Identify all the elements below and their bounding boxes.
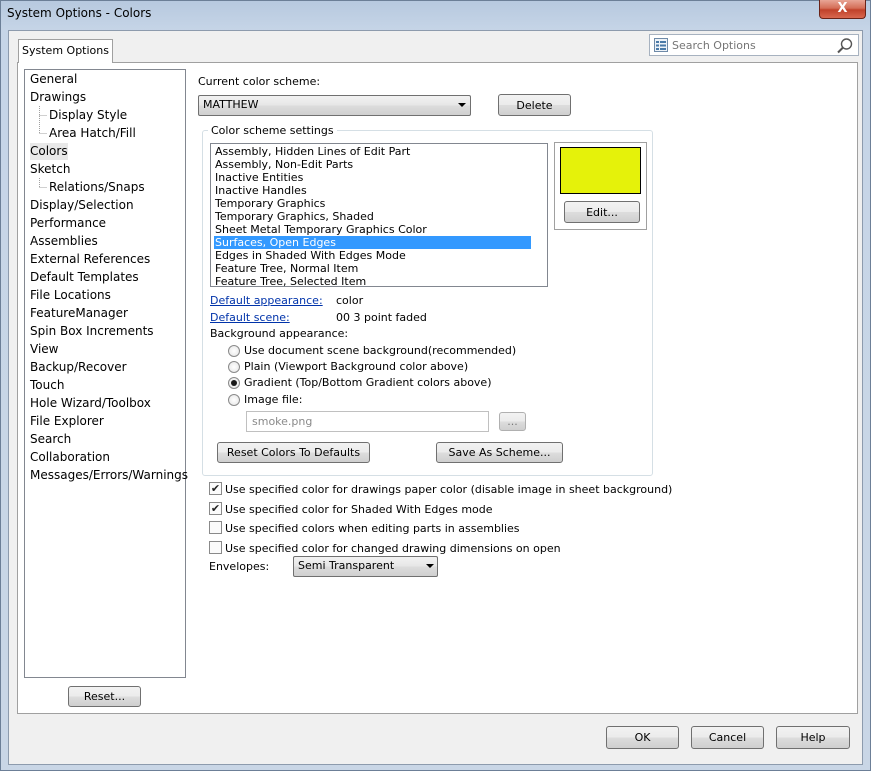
nav-item[interactable]: External References bbox=[30, 251, 150, 268]
color-swatch bbox=[560, 147, 641, 194]
option-checkbox-label[interactable]: Use specified color for Shaded With Edge… bbox=[225, 503, 493, 516]
delete-button[interactable]: Delete bbox=[498, 94, 571, 116]
list-item[interactable]: Assembly, Hidden Lines of Edit Part bbox=[214, 145, 531, 158]
list-item[interactable]: Inactive Entities bbox=[214, 171, 531, 184]
option-checkbox-label[interactable]: Use specified colors when editing parts … bbox=[225, 522, 520, 535]
background-option-label[interactable]: Plain (Viewport Background color above) bbox=[244, 360, 468, 373]
tab-system-options[interactable]: System Options bbox=[18, 39, 113, 63]
browse-image-button[interactable]: ... bbox=[499, 412, 526, 431]
background-option-radio[interactable] bbox=[228, 394, 240, 406]
nav-item[interactable]: Messages/Errors/Warnings bbox=[30, 467, 188, 484]
option-checkbox-label[interactable]: Use specified color for changed drawing … bbox=[225, 542, 561, 555]
nav-item[interactable]: File Locations bbox=[30, 287, 111, 304]
nav-item[interactable]: Search bbox=[30, 431, 71, 448]
option-checkbox[interactable]: ✔ bbox=[209, 502, 222, 515]
option-checkbox[interactable] bbox=[209, 521, 222, 534]
nav-item[interactable]: Collaboration bbox=[30, 449, 110, 466]
current-scheme-label: Current color scheme: bbox=[198, 75, 321, 88]
nav-item[interactable]: Hole Wizard/Toolbox bbox=[30, 395, 151, 412]
option-checkbox[interactable] bbox=[209, 541, 222, 554]
background-option-label[interactable]: Gradient (Top/Bottom Gradient colors abo… bbox=[244, 376, 492, 389]
chevron-down-icon bbox=[458, 103, 466, 107]
list-item[interactable]: Inactive Handles bbox=[214, 184, 531, 197]
default-scene-link[interactable]: Default scene: bbox=[210, 311, 290, 324]
edit-color-button[interactable]: Edit... bbox=[564, 201, 640, 223]
nav-item[interactable]: FeatureManager bbox=[30, 305, 128, 322]
search-icon[interactable] bbox=[836, 37, 854, 55]
default-appearance-link[interactable]: Default appearance: bbox=[210, 294, 323, 307]
help-button[interactable]: Help bbox=[776, 726, 850, 749]
envelopes-dropdown[interactable]: Semi Transparent bbox=[293, 556, 438, 577]
window-title: System Options - Colors bbox=[7, 6, 152, 20]
ok-button[interactable]: OK bbox=[606, 726, 679, 749]
nav-item[interactable]: View bbox=[30, 341, 58, 358]
close-button[interactable]: X bbox=[819, 0, 866, 19]
search-input[interactable] bbox=[672, 37, 832, 53]
list-item[interactable]: Feature Tree, Selected Item bbox=[214, 275, 531, 286]
color-scheme-dropdown[interactable]: MATTHEW bbox=[198, 95, 471, 116]
radio-selected-dot bbox=[231, 380, 237, 386]
list-item[interactable]: Feature Tree, Normal Item bbox=[214, 262, 531, 275]
list-item[interactable]: Sheet Metal Temporary Graphics Color bbox=[214, 223, 531, 236]
list-item[interactable]: Edges in Shaded With Edges Mode bbox=[214, 249, 531, 262]
background-option-radio[interactable] bbox=[228, 377, 240, 389]
default-scene-value: 00 3 point faded bbox=[336, 311, 427, 324]
list-item[interactable]: Assembly, Non-Edit Parts bbox=[214, 158, 531, 171]
option-checkbox[interactable]: ✔ bbox=[209, 482, 222, 495]
options-nav-tree: General Drawings Display Style Area Hatch/F… bbox=[24, 69, 188, 678]
search-options-icon bbox=[654, 38, 668, 52]
envelopes-label: Envelopes: bbox=[209, 560, 270, 573]
envelopes-value: Semi Transparent bbox=[298, 559, 395, 572]
image-file-field[interactable] bbox=[246, 411, 489, 432]
list-item[interactable]: Temporary Graphics, Shaded bbox=[214, 210, 531, 223]
nav-item[interactable]: Spin Box Increments bbox=[30, 323, 154, 340]
background-option-radio[interactable] bbox=[228, 361, 240, 373]
search-box[interactable] bbox=[649, 34, 859, 56]
reset-colors-button[interactable]: Reset Colors To Defaults bbox=[217, 442, 370, 463]
nav-item[interactable]: Backup/Recover bbox=[30, 359, 127, 376]
color-scheme-value: MATTHEW bbox=[203, 98, 259, 111]
list-item[interactable]: Surfaces, Open Edges bbox=[214, 236, 531, 249]
background-appearance-label: Background appearance: bbox=[210, 327, 349, 340]
option-checkbox-label[interactable]: Use specified color for drawings paper c… bbox=[225, 483, 672, 496]
list-item[interactable]: Temporary Graphics bbox=[214, 197, 531, 210]
tree-connector-lines bbox=[39, 106, 47, 188]
background-option-radio[interactable] bbox=[228, 345, 240, 357]
chevron-down-icon bbox=[426, 564, 434, 568]
background-option-label[interactable]: Image file: bbox=[244, 393, 302, 406]
background-option-label[interactable]: Use document scene background(recommende… bbox=[244, 344, 516, 357]
cancel-button[interactable]: Cancel bbox=[691, 726, 764, 749]
color-settings-list[interactable]: Assembly, Hidden Lines of Edit Part Assem… bbox=[210, 143, 548, 287]
nav-item[interactable]: File Explorer bbox=[30, 413, 104, 430]
save-as-scheme-button[interactable]: Save As Scheme... bbox=[436, 442, 563, 463]
default-appearance-value: color bbox=[336, 294, 364, 307]
nav-item[interactable]: Default Templates bbox=[30, 269, 139, 286]
color-scheme-settings-title: Color scheme settings bbox=[208, 124, 337, 137]
nav-item[interactable]: Touch bbox=[30, 377, 64, 394]
reset-button[interactable]: Reset... bbox=[68, 686, 141, 707]
